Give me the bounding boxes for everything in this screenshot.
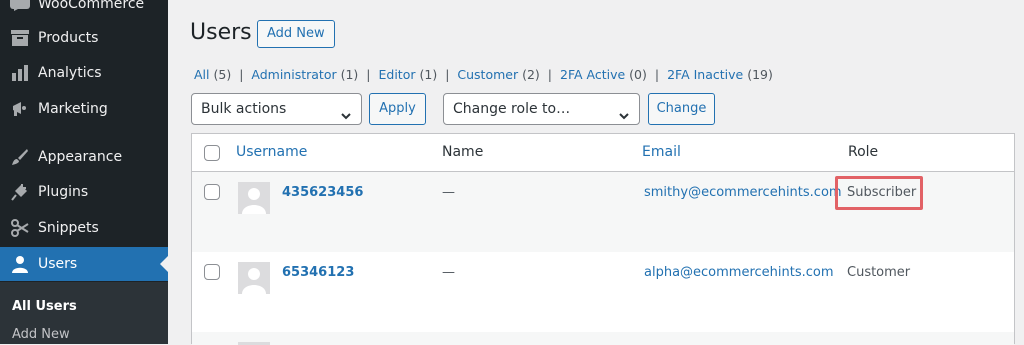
menu-label: Analytics — [38, 65, 102, 81]
avatar — [238, 262, 270, 294]
filter-editor[interactable]: Editor — [379, 67, 416, 82]
filter-separator: | — [547, 67, 553, 82]
menu-item-analytics[interactable]: Analytics — [0, 56, 168, 90]
chart-bar-icon — [10, 63, 30, 83]
change-role-select[interactable]: Change role to… — [443, 93, 640, 125]
users-table: Username Name Email Role 435623456 — smi… — [191, 133, 1015, 345]
filter-separator: | — [445, 67, 450, 82]
user-icon — [10, 254, 30, 274]
menu-label: Users — [38, 256, 78, 272]
filter-separator: | — [366, 67, 371, 82]
filter-2fa-inactive[interactable]: 2FA Inactive — [667, 67, 743, 82]
column-role: Role — [848, 144, 879, 160]
menu-label: Marketing — [38, 101, 108, 117]
menu-label: Plugins — [38, 184, 89, 200]
filter-separator: | — [239, 67, 244, 82]
filter-all[interactable]: All — [194, 67, 210, 82]
filter-count: (2) — [522, 67, 540, 82]
change-role-value: Change role to… — [453, 101, 571, 117]
filter-count: (19) — [747, 67, 773, 82]
filter-count: (1) — [419, 67, 438, 82]
users-submenu: All Users Add New — [0, 282, 168, 344]
filter-administrator[interactable]: Administrator — [251, 67, 336, 82]
apply-button[interactable]: Apply — [369, 93, 426, 125]
add-new-button[interactable]: Add New — [257, 20, 335, 48]
email-link[interactable]: alpha@ecommercehints.com — [644, 265, 834, 280]
paintbrush-icon — [10, 147, 30, 167]
chevron-down-icon — [618, 103, 630, 133]
admin-sidebar: WooCommerce Products Analytics Marketing… — [0, 0, 168, 344]
filter-2fa-active[interactable]: 2FA Active — [560, 67, 625, 82]
username-link[interactable]: 65346123 — [282, 265, 354, 280]
filter-separator: | — [654, 67, 660, 82]
table-header: Username Name Email Role — [192, 134, 1014, 172]
row-checkbox[interactable] — [204, 264, 220, 280]
chevron-down-icon — [340, 103, 352, 133]
bulk-actions-value: Bulk actions — [201, 101, 287, 117]
column-name: Name — [442, 144, 484, 160]
row-checkbox[interactable] — [204, 184, 220, 200]
woo-icon — [10, 0, 30, 14]
menu-label: Appearance — [38, 149, 123, 165]
role-filter-links: All (5) | Administrator (1) | Editor (1)… — [194, 67, 773, 82]
name-cell: — — [442, 265, 455, 280]
table-row: 65346123 — alpha@ecommercehints.com Cust… — [192, 252, 1014, 332]
megaphone-icon — [10, 99, 30, 119]
role-cell: Customer — [847, 265, 911, 280]
menu-item-woocommerce[interactable]: WooCommerce — [0, 0, 168, 21]
page-title: Users — [190, 20, 252, 45]
menu-item-appearance[interactable]: Appearance — [0, 140, 168, 174]
menu-item-marketing[interactable]: Marketing — [0, 92, 168, 126]
menu-item-snippets[interactable]: Snippets — [0, 211, 168, 245]
column-email[interactable]: Email — [642, 144, 681, 160]
role-cell: Subscriber — [847, 185, 917, 200]
menu-item-users[interactable]: Users — [0, 247, 168, 281]
submenu-all-users[interactable]: All Users — [12, 299, 77, 314]
menu-label: Snippets — [38, 220, 99, 236]
scissors-icon — [10, 218, 30, 238]
filter-count: (5) — [213, 67, 232, 82]
submenu-add-new[interactable]: Add New — [12, 327, 70, 342]
filter-customer[interactable]: Customer — [457, 67, 518, 82]
table-row — [192, 332, 1014, 345]
filter-count: (1) — [340, 67, 359, 82]
menu-item-products[interactable]: Products — [0, 21, 168, 55]
column-username[interactable]: Username — [236, 144, 307, 160]
menu-label: Products — [38, 30, 99, 46]
filter-count: (0) — [629, 67, 647, 82]
select-all-checkbox[interactable] — [204, 145, 220, 161]
bulk-actions-select[interactable]: Bulk actions — [191, 93, 362, 125]
name-cell: — — [442, 185, 455, 200]
change-role-button[interactable]: Change — [648, 93, 715, 125]
avatar — [238, 182, 270, 214]
username-link[interactable]: 435623456 — [282, 185, 363, 200]
archive-icon — [10, 28, 30, 48]
menu-label: WooCommerce — [38, 0, 145, 12]
email-link[interactable]: smithy@ecommercehints.com — [644, 185, 842, 200]
menu-item-plugins[interactable]: Plugins — [0, 175, 168, 209]
plugin-icon — [10, 182, 30, 202]
table-row: 435623456 — smithy@ecommercehints.com Su… — [192, 172, 1014, 252]
